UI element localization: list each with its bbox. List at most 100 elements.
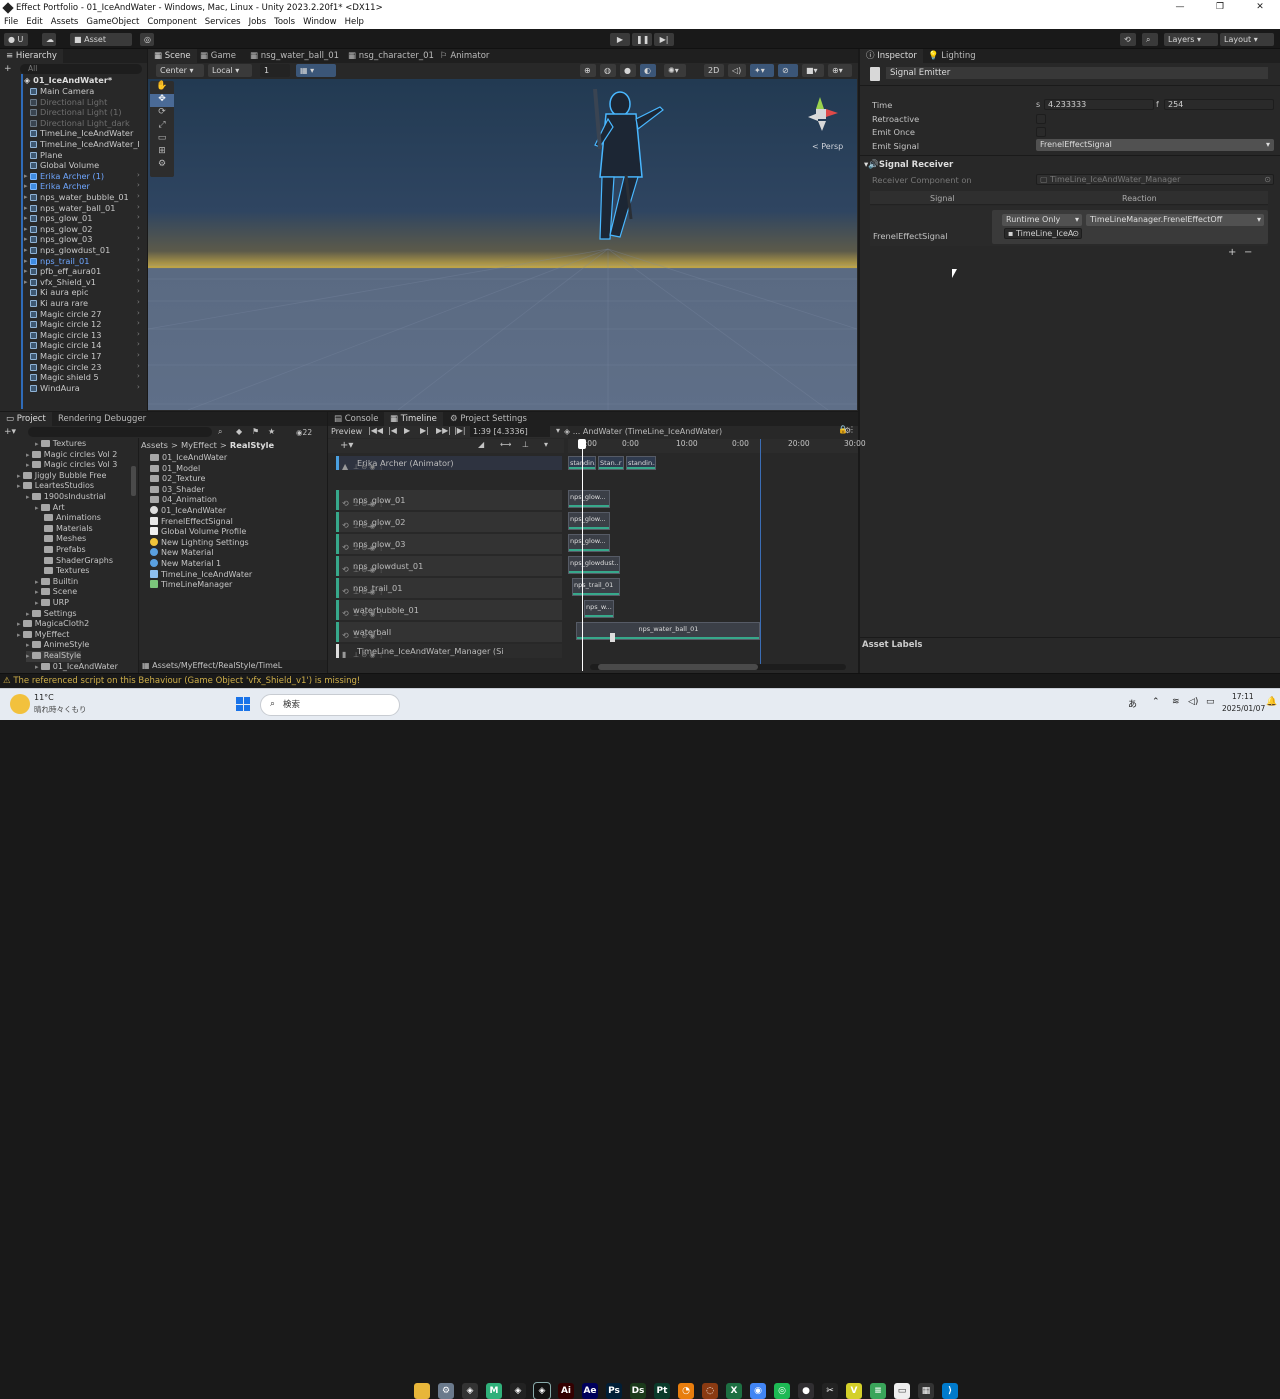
menu-item-gameobject[interactable]: GameObject (86, 17, 139, 27)
chevron-right-icon[interactable]: › (137, 309, 140, 317)
obs-icon[interactable]: ● (798, 1383, 814, 1399)
tree-item[interactable]: ▸ Jiggly Bubble Free (17, 471, 106, 482)
scale-tool-icon[interactable]: ⤢ (150, 120, 174, 133)
add-track-button[interactable]: +▾ (340, 440, 353, 451)
timeline-clip[interactable]: nps_glow... (568, 490, 610, 508)
component-name-field[interactable]: Signal Emitter (886, 67, 1268, 79)
tree-item[interactable]: ▸ Textures (35, 439, 86, 450)
timecode-field[interactable]: 1:39 [4.3336] (470, 426, 550, 437)
track-row[interactable]: nps_glow_01 ⟲ ⊥ ⊖ ◉ ⋮ (336, 490, 562, 510)
layout-dropdown[interactable]: Layout ▾ (1220, 33, 1274, 46)
taskbar-search[interactable]: 検索 (260, 694, 400, 716)
chevron-right-icon[interactable]: › (137, 362, 140, 370)
star-icon[interactable]: ★ (268, 427, 275, 436)
asset-item[interactable]: 01_IceAndWater (150, 506, 226, 517)
chevron-right-icon[interactable]: › (137, 256, 140, 264)
windows-start-icon[interactable] (236, 697, 250, 711)
hierarchy-item[interactable]: Global Volume (30, 160, 99, 171)
tab-animator[interactable]: ⚐ Animator (434, 49, 495, 63)
next-frame-icon[interactable]: ▶| (420, 426, 429, 435)
signal-receiver-header[interactable]: ▾ 🔊 Signal Receiver (864, 160, 953, 170)
lock-icon[interactable]: ⊥ ⊖ ◉ ⋮ (353, 538, 558, 558)
hierarchy-item[interactable]: Ki aura epic (30, 287, 88, 298)
rotate-tool-icon[interactable]: ⟳ (150, 107, 174, 120)
play-icon[interactable]: ▶ (404, 426, 410, 435)
tree-item[interactable]: Meshes (44, 534, 86, 545)
gizmo-sun-icon[interactable]: ✺▾ (664, 64, 686, 77)
tree-item[interactable]: ▸ RealStyle (26, 651, 82, 662)
chevron-right-icon[interactable]: › (137, 383, 140, 391)
lock-icon[interactable]: ⊥ ⊖ ◉ ⋮ (353, 604, 558, 624)
expand-arrow-icon[interactable]: ▸ (17, 482, 23, 490)
hierarchy-item[interactable]: ▸ nps_trail_01 (24, 256, 89, 267)
playhead[interactable] (582, 439, 583, 671)
timeline-clip[interactable]: nps_glow... (568, 512, 610, 530)
visibility-icon[interactable]: ⊘ (778, 64, 798, 77)
expand-arrow-icon[interactable]: ▸ (24, 245, 28, 256)
emit-signal-dropdown[interactable]: FrenelEffectSignal ▾ (1036, 139, 1274, 151)
menu-item-assets[interactable]: Assets (51, 17, 79, 27)
project-search[interactable] (28, 427, 212, 437)
chevron-right-icon[interactable]: › (137, 213, 140, 221)
tag-icon[interactable]: ⚑ (252, 427, 259, 436)
tree-item[interactable]: ▸ Builtin (35, 577, 78, 588)
retroactive-checkbox[interactable] (1036, 114, 1046, 124)
expand-arrow-icon[interactable]: ▸ (26, 461, 32, 469)
expand-arrow-icon[interactable]: ▸ (35, 440, 41, 448)
preview-toggle[interactable]: Preview (331, 427, 362, 436)
asset-item[interactable]: 04_Animation (150, 495, 217, 506)
tree-item[interactable]: ShaderGraphs (44, 556, 113, 567)
hierarchy-item[interactable]: TimeLine_IceAndWater (30, 128, 133, 139)
tree-item[interactable]: Materials (44, 524, 93, 535)
camera-icon[interactable]: ■▾ (802, 64, 824, 77)
expand-arrow-icon[interactable]: ▸ (24, 224, 28, 235)
orientation-gizmo[interactable] (808, 97, 838, 131)
terminal-icon[interactable]: ▦ (918, 1383, 934, 1399)
hierarchy-item[interactable]: Directional Light (30, 97, 107, 108)
tree-item[interactable]: ▸ 01_IceAndWater (35, 662, 118, 673)
hierarchy-search[interactable]: All (20, 64, 142, 74)
asset-store-button[interactable]: ■ Asset Store (70, 33, 132, 57)
scene-viewport[interactable]: < Persp ✋ ✥ ⟳ ⤢ ▭ ⊞ ⚙ (148, 79, 857, 410)
snap-toggle[interactable]: ▦ ▾ (296, 64, 336, 77)
tab-inspector[interactable]: ⓘ Inspector (860, 49, 923, 63)
wireframe-icon[interactable]: ◍ (600, 64, 616, 77)
pause-button[interactable]: ❚❚ (632, 33, 652, 46)
unity-hub-icon[interactable]: ◈ (462, 1383, 478, 1399)
tree-item[interactable]: ▸ MyEffect (17, 630, 69, 641)
chevron-right-icon[interactable]: › (137, 319, 140, 327)
to-start-icon[interactable]: |◀◀ (368, 426, 383, 435)
expand-arrow-icon[interactable]: ▸ (26, 451, 32, 459)
weather-icon[interactable] (10, 694, 30, 714)
ripple-icon[interactable]: ⟷ (500, 440, 511, 449)
tab-rendering-debugger[interactable]: Rendering Debugger (52, 412, 152, 426)
expand-arrow-icon[interactable]: ▸ (24, 181, 28, 192)
chevron-right-icon[interactable]: › (137, 277, 140, 285)
lock-icon[interactable]: ⊥ ⊖ ◉ ⋮ (353, 626, 558, 646)
plastic-icon[interactable]: ◎ (140, 33, 154, 46)
expand-arrow-icon[interactable]: ▸ (17, 472, 23, 480)
space-dropdown[interactable]: Local ▾ (208, 64, 252, 77)
menu-item-services[interactable]: Services (205, 17, 241, 27)
vivaldi-icon[interactable]: V (846, 1383, 862, 1399)
menu-item-edit[interactable]: Edit (26, 17, 42, 27)
asset-item[interactable]: New Lighting Settings (150, 537, 249, 549)
audio-icon[interactable]: ◁) (728, 64, 746, 77)
chevron-right-icon[interactable]: › (137, 330, 140, 338)
expand-arrow-icon[interactable]: ▸ (24, 213, 28, 224)
emit-once-checkbox[interactable] (1036, 127, 1046, 137)
tab-hierarchy[interactable]: ≡ Hierarchy (0, 49, 63, 63)
search-icon[interactable]: ⌕ (1142, 33, 1158, 46)
tab-console[interactable]: ▤ Console (328, 412, 384, 426)
track-row[interactable]: nps_glow_03 ⟲ ⊥ ⊖ ◉ ⋮ (336, 534, 562, 554)
close-button[interactable]: ✕ (1240, 0, 1280, 15)
notification-icon[interactable]: 🔔 (1266, 697, 1277, 707)
chevron-right-icon[interactable]: › (137, 245, 140, 253)
hierarchy-item[interactable]: ▸ vfx_Shield_v1 (24, 277, 96, 288)
asset-item[interactable]: New Material (150, 548, 214, 559)
time-ruler[interactable]: 0:00 0:00 10:00 0:00 20:00 30:00 (568, 439, 866, 453)
menu-item-component[interactable]: Component (147, 17, 196, 27)
tab-timeline[interactable]: ▦ Timeline (384, 412, 443, 426)
spotify-icon[interactable]: ◎ (774, 1383, 790, 1399)
pivot-dropdown[interactable]: Center ▾ (156, 64, 204, 77)
